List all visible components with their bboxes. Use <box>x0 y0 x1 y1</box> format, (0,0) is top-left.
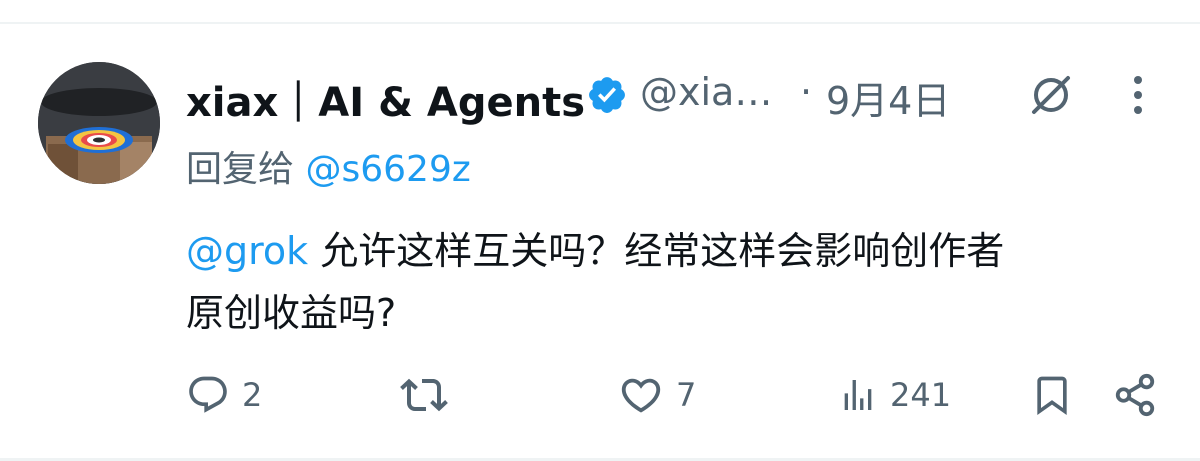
like-count: 7 <box>676 376 697 414</box>
share-icon <box>1115 373 1155 417</box>
separator-dot: · <box>800 70 813 114</box>
avatar[interactable] <box>38 62 160 184</box>
reply-prefix: 回复给 <box>186 149 295 190</box>
reply-to-link[interactable]: @s6629z <box>305 149 470 190</box>
reply-icon <box>189 376 227 413</box>
like-icon <box>621 378 661 413</box>
verified-badge-icon <box>586 74 628 116</box>
avatar-image <box>38 62 160 184</box>
views-count: 241 <box>890 376 952 414</box>
grok-icon[interactable] <box>1024 68 1078 122</box>
tweet-header: xiax｜AI & Agents @xia… · 9月4日 <box>186 62 1166 126</box>
tweet-text-line-2: 原创收益吗? <box>186 291 397 335</box>
views-icon <box>844 380 872 410</box>
share-button[interactable] <box>1112 370 1158 420</box>
bookmark-icon <box>1037 376 1067 416</box>
more-icon[interactable] <box>1126 68 1150 122</box>
like-button[interactable]: 7 <box>618 370 696 420</box>
tweet-text-line-1: @grok 允许这样互关吗？经常这样会影响创作者 <box>186 220 1166 282</box>
reply-context: 回复给 @s6629z <box>186 140 471 192</box>
bookmark-button[interactable] <box>1030 370 1074 420</box>
reply-button[interactable]: 2 <box>186 370 262 420</box>
tweet-text-content-1: 允许这样互关吗？经常这样会影响创作者 <box>320 229 1005 273</box>
reply-count: 2 <box>242 376 263 414</box>
tweet-text: @grok 允许这样互关吗？经常这样会影响创作者 原创收益吗? <box>186 220 1166 344</box>
display-name[interactable]: xiax｜AI & Agents <box>186 70 585 128</box>
timestamp[interactable]: 9月4日 <box>826 70 950 125</box>
retweet-icon <box>400 378 448 412</box>
retweet-button[interactable] <box>400 370 448 420</box>
user-handle[interactable]: @xia… <box>640 70 772 114</box>
mention-link[interactable]: @grok <box>186 229 308 273</box>
views-button[interactable]: 241 <box>838 370 951 420</box>
top-divider <box>0 22 1200 24</box>
